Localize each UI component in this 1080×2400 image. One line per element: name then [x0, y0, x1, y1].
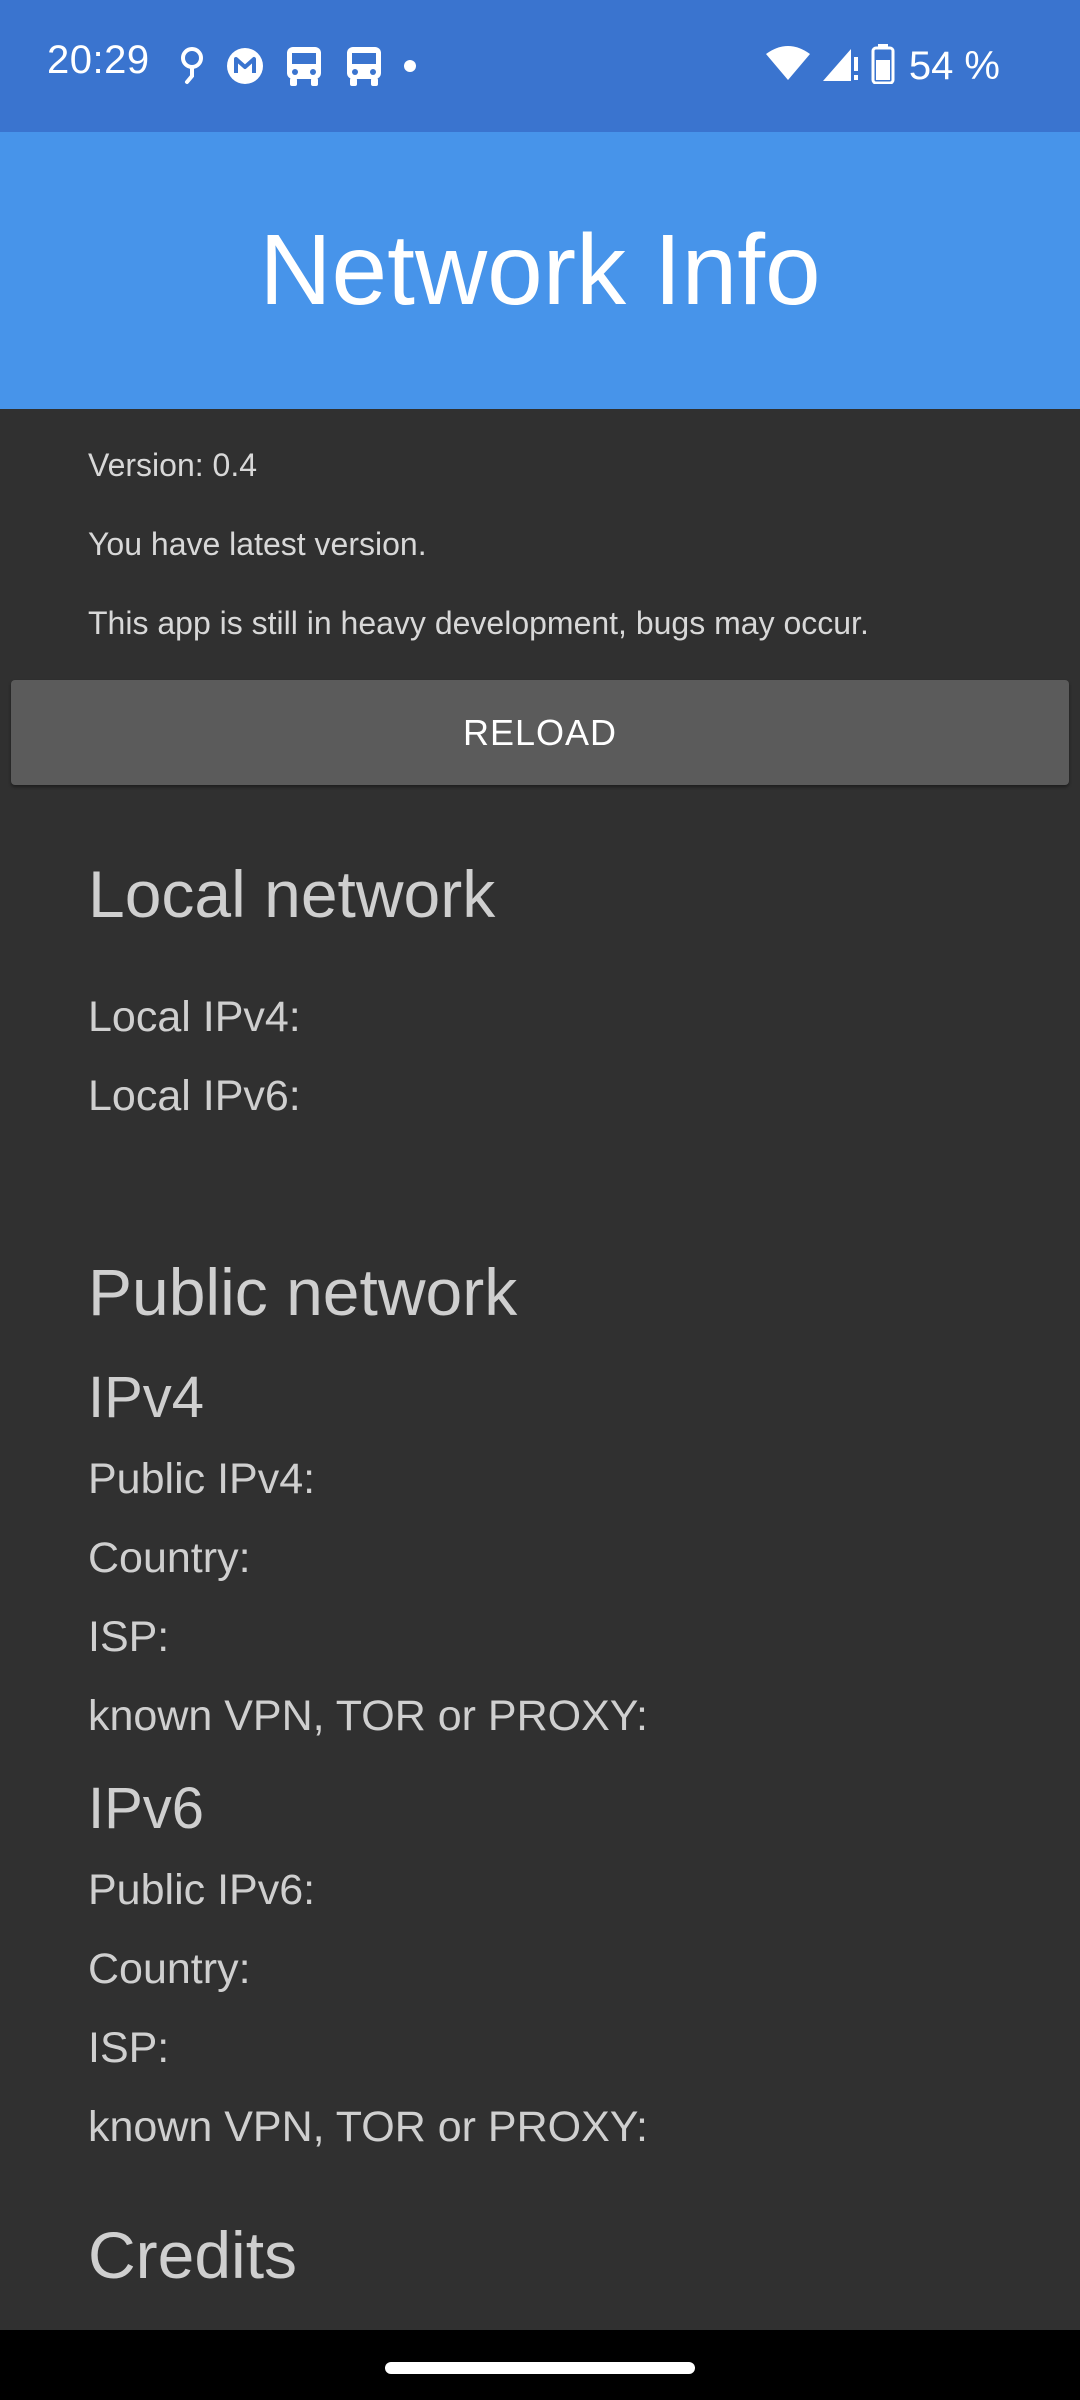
local-ipv4-label: Local IPv4:: [88, 993, 301, 1041]
status-bar: 20:29 54 %: [0, 0, 1080, 132]
local-network-heading: Local network: [88, 857, 496, 931]
ipv6-country-label: Country:: [88, 1945, 251, 1993]
ipv4-heading: IPv4: [88, 1365, 205, 1430]
cell-signal-icon: [821, 45, 861, 88]
home-gesture-handle[interactable]: [385, 2362, 695, 2374]
navigation-bar: [0, 2330, 1080, 2400]
ipv6-isp-label: ISP:: [88, 2024, 170, 2072]
public-ipv4-label: Public IPv4:: [88, 1455, 316, 1503]
status-time: 20:29: [47, 38, 150, 82]
local-ipv6-label: Local IPv6:: [88, 1072, 301, 1120]
battery-icon: [871, 43, 895, 89]
wifi-icon: [765, 45, 811, 87]
update-status-text: You have latest version.: [88, 526, 427, 562]
system-icons: 54 %: [765, 40, 1000, 92]
ipv6-vpn-label: known VPN, TOR or PROXY:: [88, 2103, 649, 2151]
app-title: Network Info: [259, 214, 821, 326]
main-content[interactable]: Version: 0.4 You have latest version. Th…: [0, 409, 1080, 2330]
app-header: Network Info: [0, 132, 1080, 409]
bus-icon: [344, 45, 384, 92]
ipv4-vpn-label: known VPN, TOR or PROXY:: [88, 1692, 649, 1740]
gmail-icon: [226, 47, 264, 90]
bus-icon: [284, 45, 324, 92]
ipv6-heading: IPv6: [88, 1776, 205, 1841]
version-text: Version: 0.4: [88, 447, 257, 483]
credits-heading: Credits: [88, 2218, 298, 2292]
reload-button[interactable]: RELOAD: [11, 680, 1069, 785]
ipv4-isp-label: ISP:: [88, 1613, 170, 1661]
battery-percentage: 54 %: [908, 43, 1000, 88]
ipv4-country-label: Country:: [88, 1534, 251, 1582]
dot-icon: [404, 59, 416, 77]
location-pin-icon: [178, 46, 206, 91]
public-ipv6-label: Public IPv6:: [88, 1866, 316, 1914]
public-network-heading: Public network: [88, 1255, 518, 1329]
notification-icons: [178, 42, 416, 94]
development-notice: This app is still in heavy development, …: [88, 605, 869, 641]
